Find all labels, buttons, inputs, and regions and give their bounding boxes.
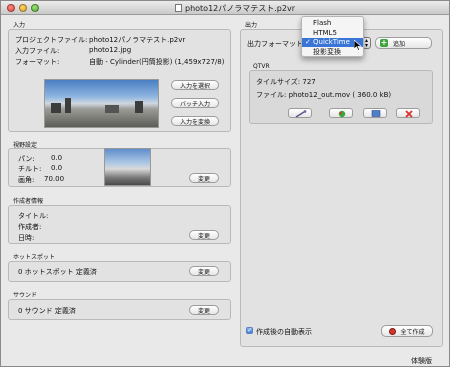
delete-icon [405, 110, 413, 118]
tile-size-text: タイルサイズ: 727 [256, 78, 316, 86]
edit-output-button[interactable] [288, 108, 312, 118]
preview-icon [371, 110, 381, 117]
select-input-button[interactable]: 入力を選択 [171, 80, 219, 90]
auto-show-checkbox[interactable]: ✓ [246, 327, 253, 334]
menu-item-html5[interactable]: HTML5 [302, 29, 363, 38]
view-change-button[interactable]: 変更 [189, 173, 219, 183]
build-icon [338, 110, 346, 118]
mouse-cursor-icon [354, 40, 362, 51]
window-title: photo12パノラマテスト.p2vr [185, 4, 295, 13]
menu-item-quicktime-label: QuickTime [313, 38, 350, 46]
pan-value: 0.0 [51, 154, 63, 162]
title-label: タイトル: [18, 212, 49, 220]
open-output-button[interactable] [363, 108, 387, 118]
document-icon [175, 4, 182, 12]
input-file-label: 入力ファイル: [15, 47, 60, 55]
build-all-label: 全て作成 [400, 328, 425, 336]
author-change-button[interactable]: 変更 [189, 230, 219, 240]
plus-icon: + [380, 38, 388, 47]
format-value: 自動 - Cylinder(円筒投影) (1,459x727/8) [89, 58, 225, 66]
sound-section-label: サウンド [13, 292, 38, 299]
delete-output-button[interactable] [396, 108, 420, 118]
batch-input-button[interactable]: バッチ入力 [171, 98, 219, 108]
input-file-value: photo12.jpg [89, 46, 132, 54]
convert-input-button[interactable]: 入力を変換 [171, 116, 219, 126]
qtvr-panel-title: QTVR [253, 63, 270, 70]
build-all-icon [389, 327, 397, 335]
view-preview-image [104, 148, 151, 186]
tilt-value: 0.0 [51, 164, 63, 172]
project-file-value: photo12パノラマテスト.p2vr [89, 36, 186, 44]
output-file-text: ファイル: photo12_out.mov ( 360.0 kB) [256, 91, 392, 99]
hotspot-change-button[interactable]: 変更 [189, 266, 219, 276]
date-label: 日時: [18, 234, 35, 242]
hotspot-count: 0 ホットスポット 定義済 [18, 268, 97, 276]
sound-count: 0 サウンド 定義済 [18, 307, 76, 315]
author-label: 作成者: [18, 223, 42, 231]
title-bar: photo12パノラマテスト.p2vr [1, 1, 449, 15]
sound-change-button[interactable]: 変更 [189, 305, 219, 315]
build-output-button[interactable] [329, 108, 353, 118]
panorama-thumbnail [44, 79, 159, 128]
menu-item-flash[interactable]: Flash [302, 19, 363, 28]
project-file-label: プロジェクトファイル: [15, 36, 88, 44]
trial-label: 体験版 [411, 357, 432, 365]
output-section-label: 出力 [245, 22, 258, 29]
checkmark-icon: ✓ [305, 38, 311, 46]
hotspot-section-label: ホットスポット [13, 254, 56, 261]
tilt-label: チルト: [18, 165, 42, 173]
auto-show-label: 作成後の自動表示 [256, 328, 312, 336]
zoom-window-button[interactable] [31, 4, 39, 12]
output-format-label: 出力フォーマット [247, 40, 303, 48]
main-window: photo12パノラマテスト.p2vr 入力 プロジェクトファイル: photo… [0, 0, 450, 367]
author-section-label: 作成者情報 [13, 198, 44, 205]
close-window-button[interactable] [7, 4, 15, 12]
add-button-label: 追加 [393, 40, 406, 48]
fov-value: 70.00 [44, 175, 65, 183]
minimize-window-button[interactable] [19, 4, 27, 12]
input-section-label: 入力 [13, 22, 26, 29]
format-label: フォーマット: [15, 58, 60, 66]
wrench-icon [295, 110, 307, 118]
fov-label: 画角: [18, 176, 35, 184]
build-all-button[interactable]: 全て作成 [381, 325, 433, 337]
pan-label: パン: [18, 155, 35, 163]
add-output-button[interactable]: + 追加 [375, 37, 432, 49]
